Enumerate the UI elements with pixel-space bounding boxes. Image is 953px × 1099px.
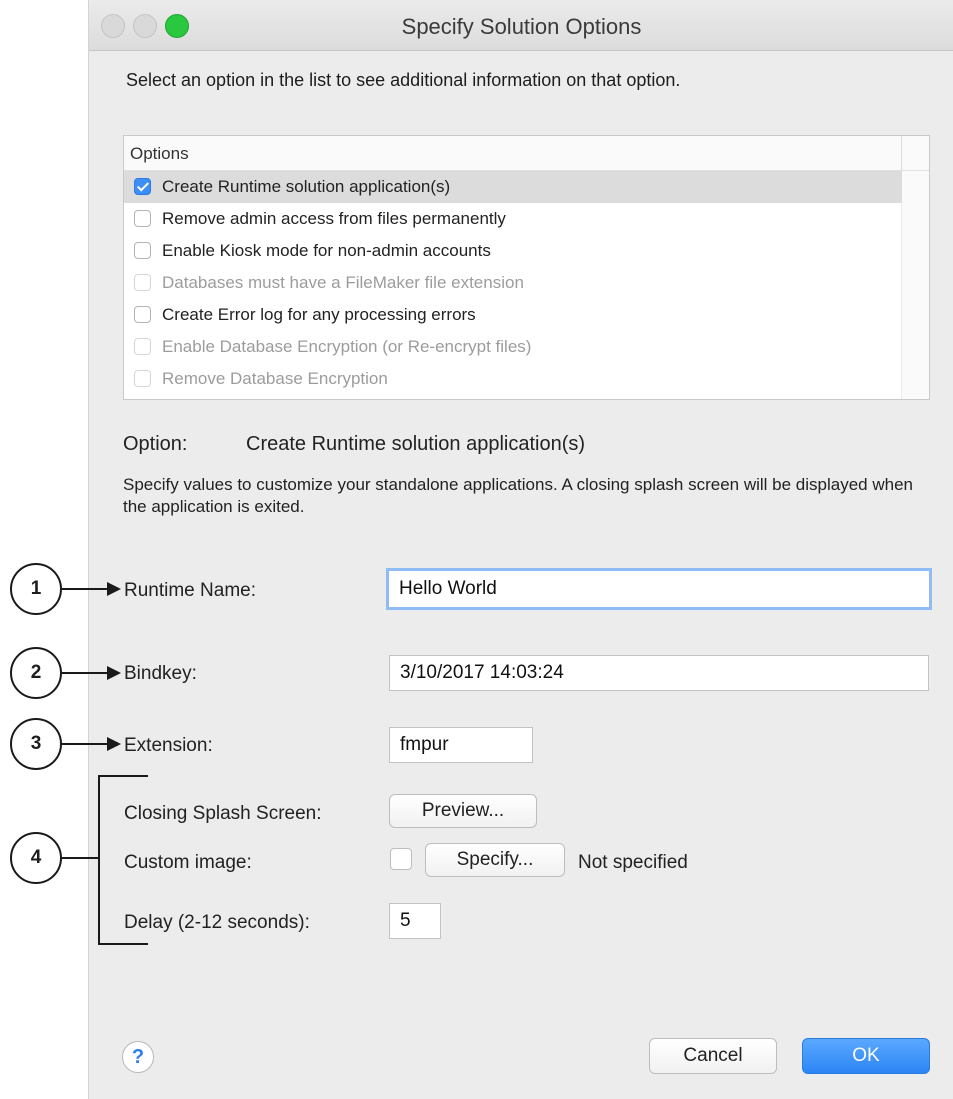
callout-4-bracket bbox=[98, 775, 100, 945]
callout-1-arrow-line bbox=[62, 588, 109, 590]
checkbox-error-log[interactable] bbox=[134, 306, 151, 323]
callout-1-arrowhead bbox=[107, 582, 121, 596]
delay-input[interactable]: 5 bbox=[389, 903, 441, 939]
callout-2-arrowhead bbox=[107, 666, 121, 680]
option-detail-title: Create Runtime solution application(s) bbox=[246, 433, 586, 455]
preview-button[interactable]: Preview... bbox=[389, 794, 537, 828]
option-label: Remove Database Encryption bbox=[162, 369, 388, 388]
runtime-name-input[interactable]: Hello World bbox=[386, 568, 932, 610]
specify-button[interactable]: Specify... bbox=[425, 843, 565, 877]
option-label: Enable Database Encryption (or Re-encryp… bbox=[162, 337, 532, 356]
custom-image-label: Custom image: bbox=[124, 852, 252, 873]
bindkey-input[interactable]: 3/10/2017 14:03:24 bbox=[389, 655, 929, 691]
runtime-name-label: Runtime Name: bbox=[124, 580, 256, 601]
bindkey-label: Bindkey: bbox=[124, 663, 197, 684]
delay-label: Delay (2-12 seconds): bbox=[124, 912, 310, 933]
option-label: Databases must have a FileMaker file ext… bbox=[162, 273, 524, 292]
callout-4-connector bbox=[62, 857, 99, 859]
option-row-kiosk-mode[interactable]: Enable Kiosk mode for non-admin accounts bbox=[124, 235, 902, 267]
option-label: Create Runtime solution application(s) bbox=[162, 177, 451, 196]
option-row-remove-admin[interactable]: Remove admin access from files permanent… bbox=[124, 203, 902, 235]
option-label: Remove admin access from files permanent… bbox=[162, 209, 506, 228]
callout-3: 3 bbox=[10, 718, 62, 770]
callout-4: 4 bbox=[10, 832, 62, 884]
solution-options-dialog: Specify Solution Options Select an optio… bbox=[88, 0, 953, 1099]
callout-1: 1 bbox=[10, 563, 62, 615]
option-label: Create Error log for any processing erro… bbox=[162, 305, 476, 324]
callout-2: 2 bbox=[10, 647, 62, 699]
option-row-enable-encryption: Enable Database Encryption (or Re-encryp… bbox=[124, 331, 902, 363]
checkbox-remove-admin[interactable] bbox=[134, 210, 151, 227]
option-row-file-extension: Databases must have a FileMaker file ext… bbox=[124, 267, 902, 299]
callout-4-bracket-top bbox=[98, 775, 148, 777]
options-list-header: Options bbox=[124, 136, 929, 171]
title-bar: Specify Solution Options bbox=[89, 0, 953, 51]
checkbox-file-extension bbox=[134, 274, 151, 291]
header-divider bbox=[901, 136, 902, 170]
checkbox-create-runtime[interactable] bbox=[134, 178, 151, 195]
checkbox-kiosk-mode[interactable] bbox=[134, 242, 151, 259]
ok-button[interactable]: OK bbox=[802, 1038, 930, 1074]
intro-text: Select an option in the list to see addi… bbox=[126, 70, 681, 90]
option-row-error-log[interactable]: Create Error log for any processing erro… bbox=[124, 299, 902, 331]
closing-splash-label: Closing Splash Screen: bbox=[124, 803, 322, 824]
callout-2-arrow-line bbox=[62, 672, 109, 674]
callout-3-arrow-line bbox=[62, 743, 109, 745]
callout-4-bracket-bottom bbox=[98, 943, 148, 945]
option-row-remove-encryption: Remove Database Encryption bbox=[124, 363, 902, 395]
checkbox-remove-encryption bbox=[134, 370, 151, 387]
options-list: Options Create Runtime solution applicat… bbox=[123, 135, 930, 400]
custom-image-status: Not specified bbox=[578, 852, 688, 873]
window-title: Specify Solution Options bbox=[401, 14, 642, 39]
extension-input[interactable]: fmpur bbox=[389, 727, 533, 763]
callout-3-arrowhead bbox=[107, 737, 121, 751]
extension-label: Extension: bbox=[124, 735, 213, 756]
cancel-button[interactable]: Cancel bbox=[649, 1038, 777, 1074]
options-column-header: Options bbox=[130, 144, 189, 163]
option-row-create-runtime[interactable]: Create Runtime solution application(s) bbox=[124, 171, 902, 203]
custom-image-checkbox[interactable] bbox=[390, 848, 412, 870]
help-button[interactable]: ? bbox=[122, 1041, 154, 1073]
options-scrollbar[interactable] bbox=[901, 171, 929, 399]
option-detail-description: Specify values to customize your standal… bbox=[123, 475, 914, 516]
option-label: Enable Kiosk mode for non-admin accounts bbox=[162, 241, 491, 260]
checkbox-enable-encryption bbox=[134, 338, 151, 355]
option-detail-key: Option: bbox=[123, 433, 188, 455]
